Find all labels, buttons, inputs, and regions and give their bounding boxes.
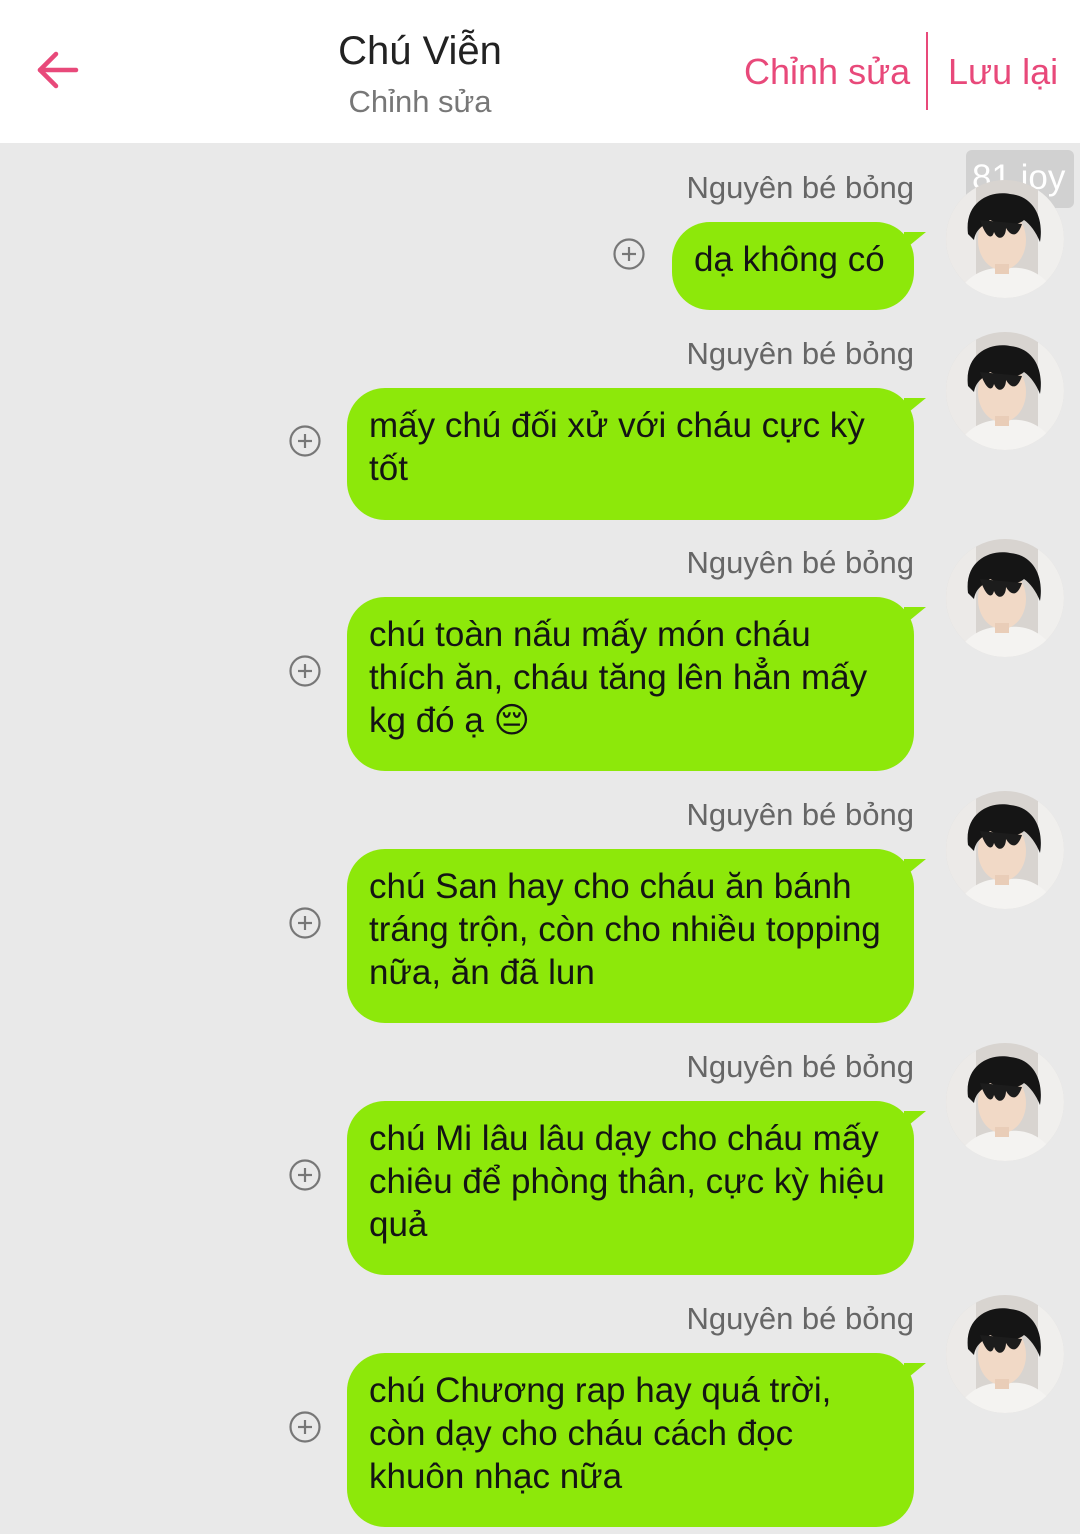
back-button[interactable]	[30, 42, 86, 98]
header-divider	[926, 32, 928, 110]
message-bubble[interactable]: chú Chương rap hay quá trời, còn dạy cho…	[347, 1353, 926, 1527]
add-reaction-icon[interactable]	[289, 425, 321, 457]
message-bubble[interactable]: chú San hay cho cháu ăn bánh tráng trộn,…	[347, 849, 926, 1023]
avatar[interactable]	[946, 180, 1064, 298]
save-button[interactable]: Lưu lại	[948, 50, 1058, 94]
avatar[interactable]	[946, 1295, 1064, 1413]
message-bubble[interactable]: chú Mi lâu lâu dạy cho cháu mấy chiêu để…	[347, 1101, 926, 1275]
add-reaction-icon[interactable]	[289, 1411, 321, 1443]
arrow-left-icon	[37, 51, 79, 89]
avatar[interactable]	[946, 1043, 1064, 1161]
add-reaction-icon[interactable]	[289, 1159, 321, 1191]
message-bubble[interactable]: dạ không có	[672, 222, 926, 310]
message-bubble[interactable]: mấy chú đối xử với cháu cực kỳ tốt	[347, 388, 926, 520]
sender-name: Nguyên bé bỏng	[686, 336, 914, 371]
edit-button[interactable]: Chỉnh sửa	[744, 50, 910, 94]
add-reaction-icon[interactable]	[289, 655, 321, 687]
sender-name: Nguyên bé bỏng	[686, 545, 914, 580]
sender-name: Nguyên bé bỏng	[686, 1049, 914, 1084]
chat-title: Chú Viễn	[338, 29, 502, 73]
top-bar: Chú Viễn Chỉnh sửa Chỉnh sửa Lưu lại	[0, 0, 1080, 143]
sender-name: Nguyên bé bỏng	[686, 797, 914, 832]
chat-subtitle: Chỉnh sửa	[348, 84, 492, 119]
avatar[interactable]	[946, 539, 1064, 657]
sender-name: Nguyên bé bỏng	[686, 170, 914, 205]
avatar[interactable]	[946, 791, 1064, 909]
add-reaction-icon[interactable]	[289, 907, 321, 939]
sender-name: Nguyên bé bỏng	[686, 1301, 914, 1336]
message-bubble[interactable]: chú toàn nấu mấy món cháu thích ăn, cháu…	[347, 597, 926, 771]
add-reaction-icon[interactable]	[613, 238, 645, 270]
avatar[interactable]	[946, 332, 1064, 450]
title-block: Chú Viễn Chỉnh sửa	[260, 28, 580, 122]
